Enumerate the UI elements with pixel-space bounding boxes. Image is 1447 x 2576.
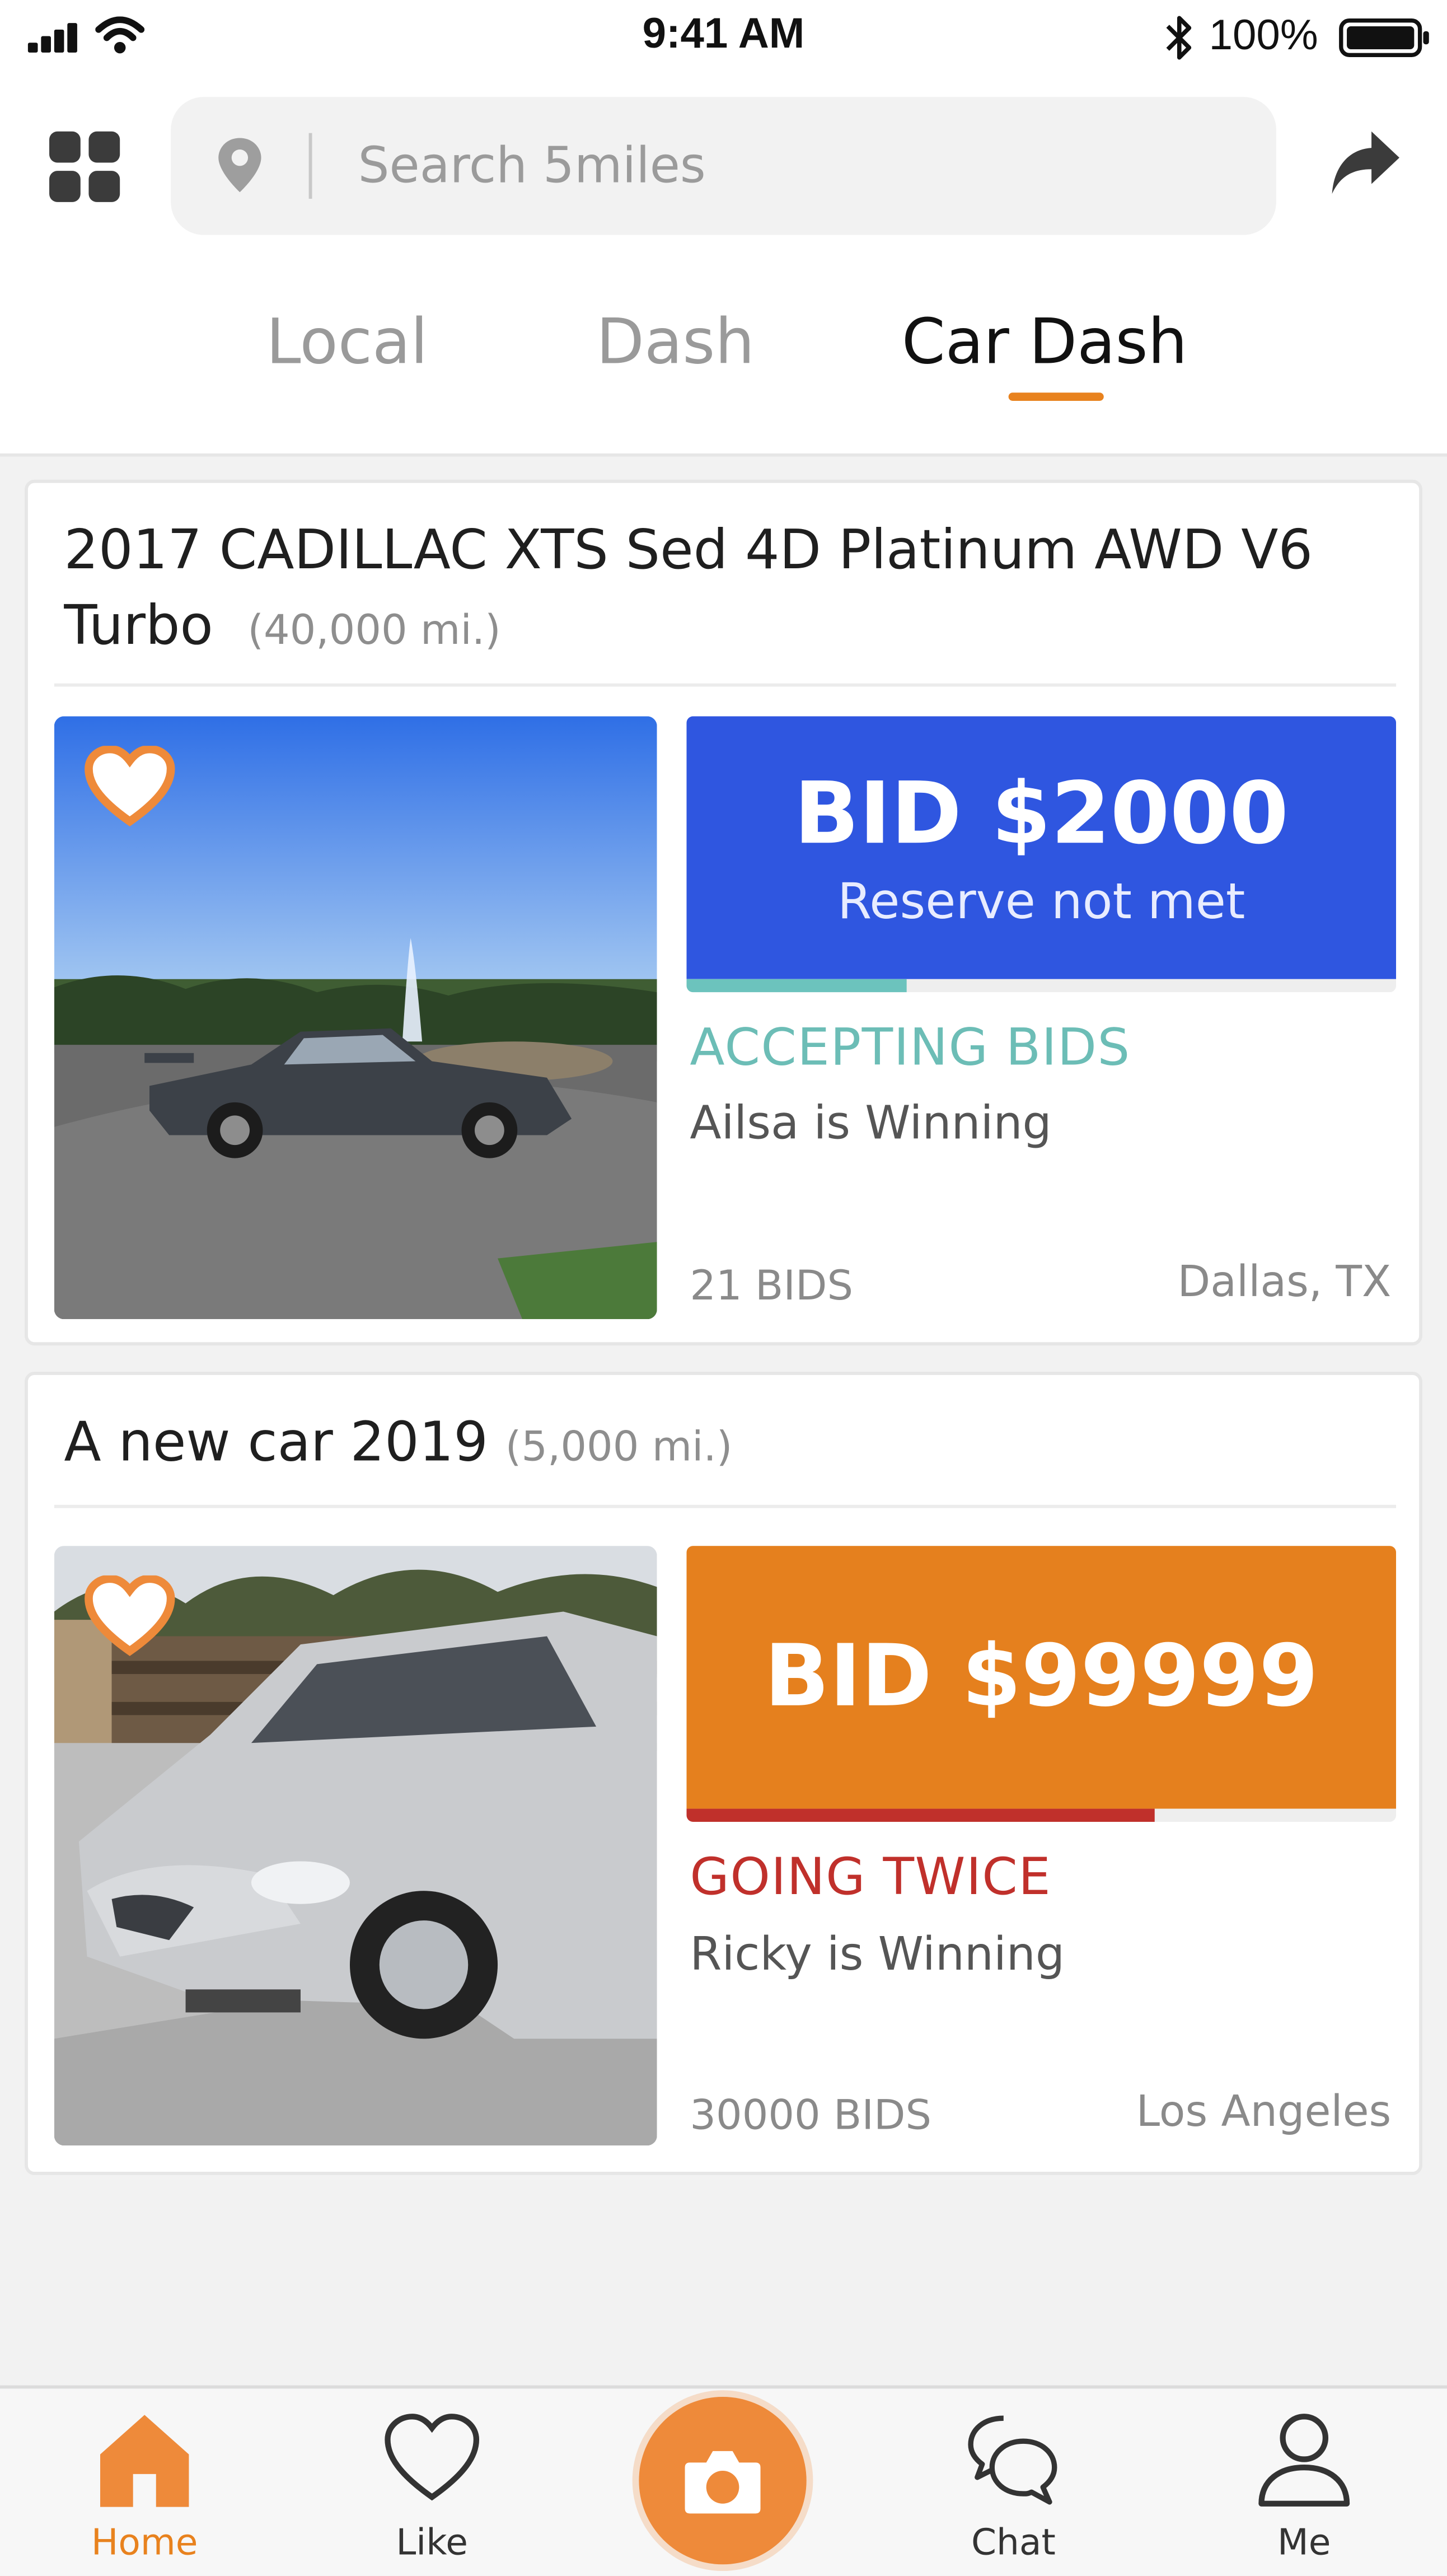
auction-status: GOING TWICE bbox=[690, 1848, 1052, 1908]
heart-icon bbox=[385, 2414, 480, 2501]
listing-mileage: (5,000 mi.) bbox=[505, 1423, 733, 1471]
camera-icon bbox=[685, 2451, 761, 2514]
bid-progress bbox=[686, 1808, 1155, 1822]
bid-count: 30000 BIDS bbox=[690, 2091, 932, 2139]
tab-me[interactable]: Me bbox=[1189, 2388, 1419, 2575]
search-input[interactable] bbox=[354, 133, 1209, 199]
category-tabs: Local Dash Car Dash bbox=[0, 306, 1447, 420]
listing-title[interactable]: A new car 2019 (5,000 mi.) bbox=[64, 1405, 1378, 1485]
bid-amount: BID $99999 bbox=[764, 1628, 1319, 1727]
tab-like-label: Like bbox=[396, 2523, 469, 2565]
heart-icon[interactable] bbox=[84, 1575, 176, 1658]
bid-count: 21 BIDS bbox=[690, 1261, 854, 1310]
status-bar: 9:41 AM 100% bbox=[0, 0, 1447, 76]
app-screen: 9:41 AM 100% Search 5miles Local Dash Ca… bbox=[0, 0, 1447, 2576]
location-pin-icon[interactable] bbox=[213, 137, 266, 196]
person-icon bbox=[1258, 2414, 1350, 2507]
tab-local[interactable]: Local bbox=[266, 306, 428, 378]
listing-title-text: A new car 2019 bbox=[64, 1409, 488, 1474]
grid-icon[interactable] bbox=[49, 131, 121, 204]
listing-location: Dallas, TX bbox=[1177, 1258, 1392, 1308]
tab-me-label: Me bbox=[1277, 2523, 1331, 2565]
tab-dash[interactable]: Dash bbox=[596, 306, 755, 378]
listing-location: Los Angeles bbox=[1136, 2088, 1392, 2138]
bid-amount: BID $2000 bbox=[794, 765, 1289, 864]
car-photo[interactable] bbox=[54, 716, 657, 1320]
camera-button[interactable] bbox=[639, 2396, 807, 2565]
active-tab-indicator bbox=[1008, 392, 1104, 401]
battery-percentage: 100% bbox=[1209, 10, 1318, 59]
bid-panel[interactable]: BID $2000 Reserve not met bbox=[686, 716, 1397, 993]
listing-mileage: (40,000 mi.) bbox=[247, 606, 501, 654]
search-bar[interactable] bbox=[171, 97, 1276, 235]
bid-panel[interactable]: BID $99999 bbox=[686, 1546, 1397, 1822]
heart-icon[interactable] bbox=[84, 746, 176, 828]
tab-home-label: Home bbox=[91, 2523, 198, 2565]
tab-chat[interactable]: Chat bbox=[898, 2388, 1128, 2575]
auction-status: ACCEPTING BIDS bbox=[690, 1018, 1131, 1078]
header: Local Dash Car Dash bbox=[0, 75, 1447, 457]
card-divider bbox=[54, 683, 1397, 687]
winning-bidder: Ricky is Winning bbox=[690, 1927, 1065, 1981]
bluetooth-icon bbox=[1166, 16, 1192, 60]
chat-icon bbox=[968, 2415, 1057, 2505]
bid-progress bbox=[686, 979, 907, 993]
tab-car-dash[interactable]: Car Dash bbox=[902, 306, 1187, 378]
card-divider bbox=[54, 1504, 1397, 1508]
tab-like[interactable]: Like bbox=[317, 2388, 547, 2575]
listing-card[interactable]: A new car 2019 (5,000 mi.) BID $99999 GO… bbox=[25, 1372, 1423, 2175]
home-icon bbox=[100, 2415, 189, 2507]
tab-home[interactable]: Home bbox=[30, 2388, 260, 2575]
tab-chat-label: Chat bbox=[971, 2523, 1056, 2565]
search-divider bbox=[308, 133, 312, 199]
listing-card[interactable]: 2017 CADILLAC XTS Sed 4D Platinum AWD V6… bbox=[25, 479, 1423, 1346]
winning-bidder: Ailsa is Winning bbox=[690, 1096, 1052, 1150]
car-photo[interactable] bbox=[54, 1546, 657, 2146]
share-icon[interactable] bbox=[1327, 125, 1403, 200]
reserve-status: Reserve not met bbox=[837, 873, 1245, 932]
battery-icon bbox=[1339, 18, 1429, 57]
listing-title[interactable]: 2017 CADILLAC XTS Sed 4D Platinum AWD V6… bbox=[64, 512, 1378, 668]
